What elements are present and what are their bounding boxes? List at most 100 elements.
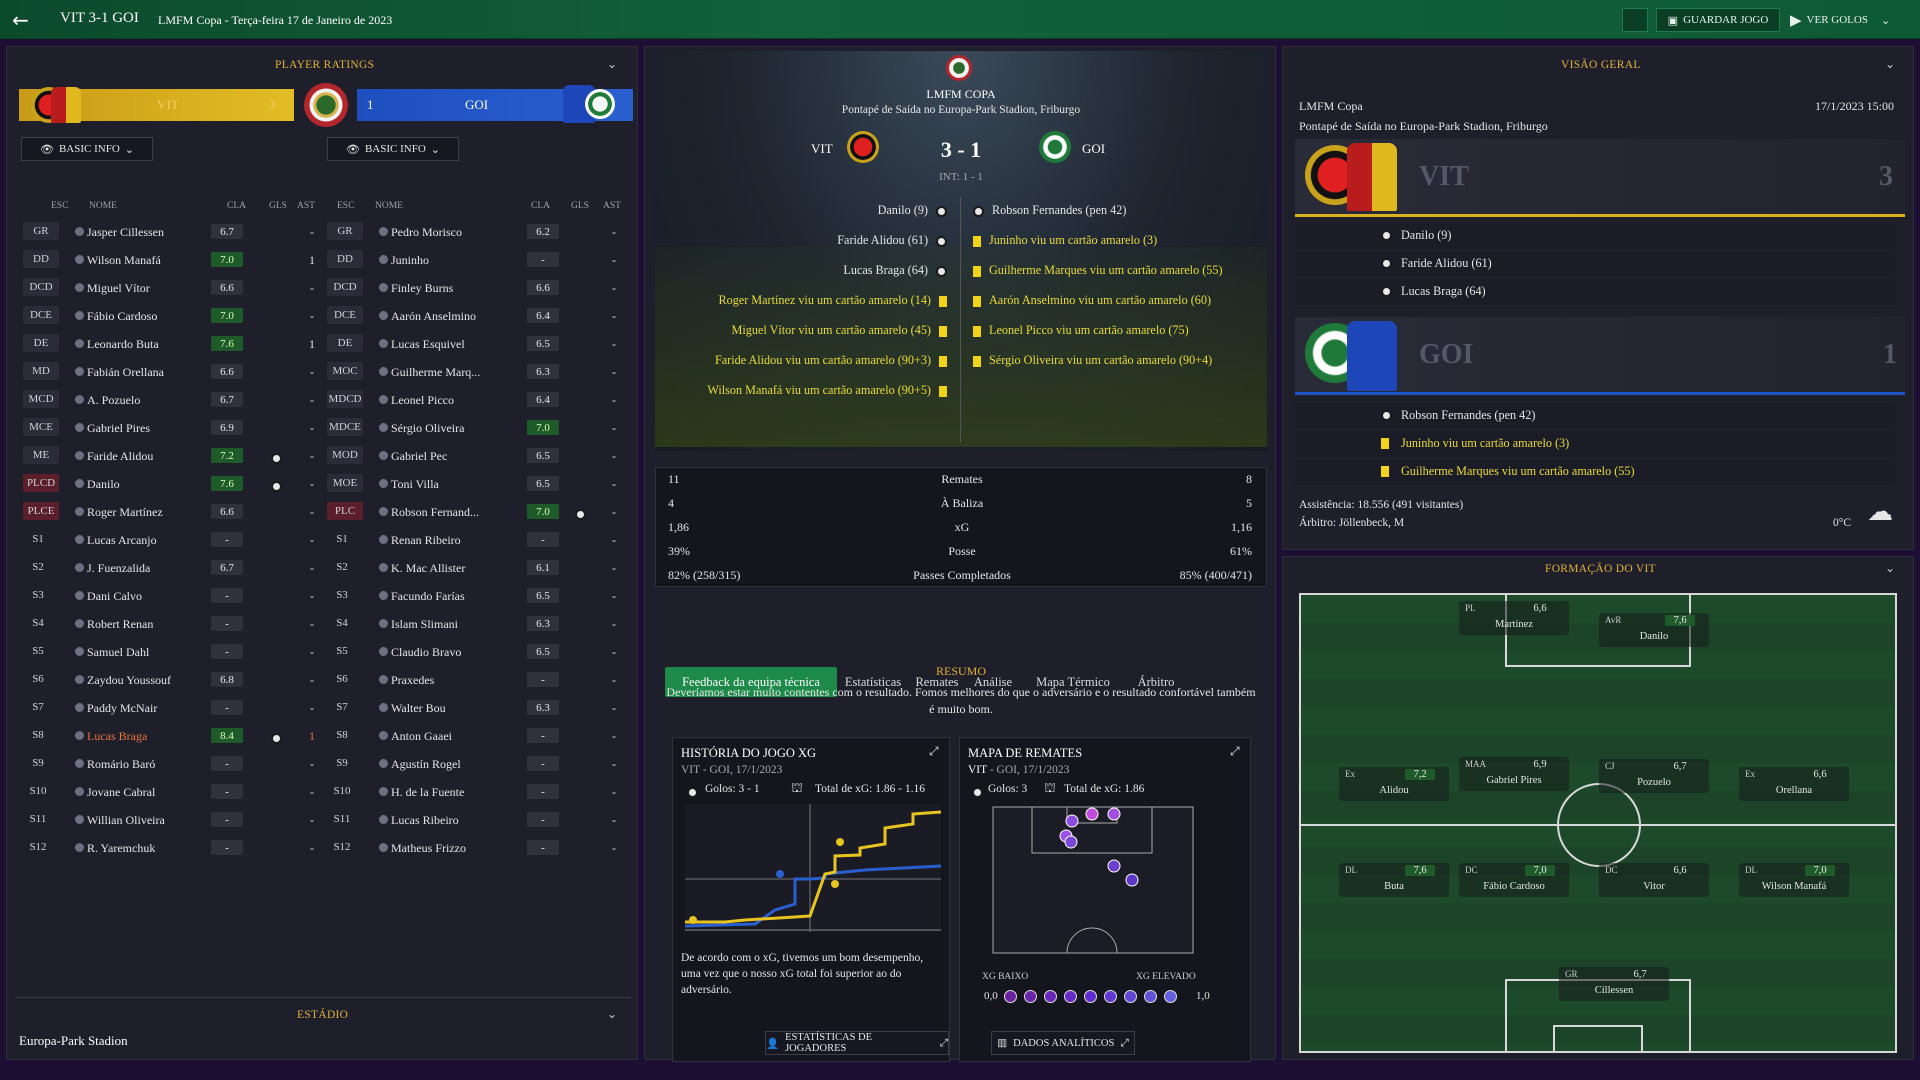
table-row[interactable]: DD Juninho - - (327, 250, 627, 272)
expand-icon[interactable]: ⤢ (1230, 744, 1240, 759)
player-name[interactable]: Leonel Picco (391, 393, 521, 408)
player-name[interactable]: R. Yaremchuk (87, 841, 207, 856)
formation-player[interactable]: GR 6,7 Cillessen (1559, 967, 1669, 1001)
table-row[interactable]: S7 Paddy McNair - - (23, 698, 323, 720)
player-name[interactable]: Walter Bou (391, 701, 521, 716)
table-row[interactable]: GR Jasper Cillessen 6.7 - (23, 222, 323, 244)
player-name[interactable]: Praxedes (391, 673, 521, 688)
player-name[interactable]: Romário Baró (87, 757, 207, 772)
table-row[interactable]: S7 Walter Bou 6.3 - (327, 698, 627, 720)
player-name[interactable]: Guilherme Marq... (391, 365, 521, 380)
table-row[interactable]: GR Pedro Morisco 6.2 - (327, 222, 627, 244)
table-row[interactable]: S12 Matheus Frizzo - - (327, 838, 627, 860)
player-name[interactable]: H. de la Fuente (391, 785, 521, 800)
table-row[interactable]: S11 Willian Oliveira - - (23, 810, 323, 832)
player-name[interactable]: Robson Fernand... (391, 505, 521, 520)
player-name[interactable]: Lucas Esquivel (391, 337, 521, 352)
table-row[interactable]: S11 Lucas Ribeiro - - (327, 810, 627, 832)
table-row[interactable]: DE Lucas Esquivel 6.5 - (327, 334, 627, 356)
table-row[interactable]: MDCD Leonel Picco 6.4 - (327, 390, 627, 412)
formation-player[interactable]: MAA 6,9 Gabriel Pires (1459, 757, 1569, 791)
player-name[interactable]: Paddy McNair (87, 701, 207, 716)
table-row[interactable]: S8 Anton Gaaei - - (327, 726, 627, 748)
table-row[interactable]: DCD Miguel Vítor 6.6 - (23, 278, 323, 300)
table-row[interactable]: PLCE Roger Martínez 6.6 - (23, 502, 323, 524)
player-name[interactable]: Gabriel Pec (391, 449, 521, 464)
player-name[interactable]: Zaydou Youssouf (87, 673, 207, 688)
formation-player[interactable]: DL 7,6 Buta (1339, 863, 1449, 897)
table-row[interactable]: S1 Lucas Arcanjo - - (23, 530, 323, 552)
table-row[interactable]: MD Fabián Orellana 6.6 - (23, 362, 323, 384)
player-name[interactable]: Lucas Arcanjo (87, 533, 207, 548)
table-row[interactable]: MDCE Sérgio Oliveira 7.0 - (327, 418, 627, 440)
table-row[interactable]: S1 Renan Ribeiro - - (327, 530, 627, 552)
formation-player[interactable]: Ex 6,6 Orellana (1739, 767, 1849, 801)
table-row[interactable]: MCE Gabriel Pires 6.9 - (23, 418, 323, 440)
player-name[interactable]: Lucas Ribeiro (391, 813, 521, 828)
player-name[interactable]: Jasper Cillessen (87, 225, 207, 240)
table-row[interactable]: MOC Guilherme Marq... 6.3 - (327, 362, 627, 384)
player-name[interactable]: J. Fuenzalida (87, 561, 207, 576)
table-row[interactable]: S3 Dani Calvo - - (23, 586, 323, 608)
player-name[interactable]: Toni Villa (391, 477, 521, 492)
player-name[interactable]: Lucas Braga (87, 729, 207, 744)
blank-toolbar-button[interactable] (1622, 8, 1648, 32)
table-row[interactable]: S2 K. Mac Allister 6.1 - (327, 558, 627, 580)
player-name[interactable]: A. Pozuelo (87, 393, 207, 408)
back-arrow-icon[interactable]: ← (12, 8, 29, 32)
table-row[interactable]: DCD Finley Burns 6.6 - (327, 278, 627, 300)
table-row[interactable]: S4 Islam Slimani 6.3 - (327, 614, 627, 636)
player-name[interactable]: Fabián Orellana (87, 365, 207, 380)
player-name[interactable]: Faride Alidou (87, 449, 207, 464)
player-name[interactable]: Aarón Anselmino (391, 309, 521, 324)
player-name[interactable]: Anton Gaaei (391, 729, 521, 744)
player-name[interactable]: Renan Ribeiro (391, 533, 521, 548)
formation-player[interactable]: DC 6,6 Vitor (1599, 863, 1709, 897)
player-name[interactable]: Pedro Morisco (391, 225, 521, 240)
player-name[interactable]: Islam Slimani (391, 617, 521, 632)
table-row[interactable]: S12 R. Yaremchuk - - (23, 838, 323, 860)
player-name[interactable]: Roger Martínez (87, 505, 207, 520)
table-row[interactable]: PLC Robson Fernand... 7.0 - (327, 502, 627, 524)
view-goals-button[interactable]: ▶ VER GOLOS ⌄ (1790, 8, 1906, 32)
table-row[interactable]: PLCD Danilo 7.6 - (23, 474, 323, 496)
table-row[interactable]: S4 Robert Renan - - (23, 614, 323, 636)
player-name[interactable]: Dani Calvo (87, 589, 207, 604)
player-name[interactable]: Facundo Farías (391, 589, 521, 604)
player-name[interactable]: Sérgio Oliveira (391, 421, 521, 436)
table-row[interactable]: DCE Aarón Anselmino 6.4 - (327, 306, 627, 328)
table-row[interactable]: S8 Lucas Braga 8.4 1 (23, 726, 323, 748)
player-name[interactable]: Gabriel Pires (87, 421, 207, 436)
table-row[interactable]: S6 Praxedes - - (327, 670, 627, 692)
formation-player[interactable]: DL 7,0 Wilson Manafá (1739, 863, 1849, 897)
table-row[interactable]: S10 H. de la Fuente - - (327, 782, 627, 804)
table-row[interactable]: MOD Gabriel Pec 6.5 - (327, 446, 627, 468)
chevron-down-icon[interactable]: ⌄ (607, 57, 617, 72)
table-row[interactable]: S10 Jovane Cabral - - (23, 782, 323, 804)
formation-player[interactable]: DC 7,0 Fábio Cardoso (1459, 863, 1569, 897)
chevron-down-icon[interactable]: ⌄ (607, 1007, 617, 1022)
player-name[interactable]: Jovane Cabral (87, 785, 207, 800)
formation-player[interactable]: CJ 6,7 Pozuelo (1599, 759, 1709, 793)
table-row[interactable]: DD Wilson Manafá 7.0 1 (23, 250, 323, 272)
player-name[interactable]: Juninho (391, 253, 521, 268)
player-name[interactable]: Miguel Vítor (87, 281, 207, 296)
player-name[interactable]: Leonardo Buta (87, 337, 207, 352)
table-row[interactable]: S9 Romário Baró - - (23, 754, 323, 776)
player-name[interactable]: Finley Burns (391, 281, 521, 296)
table-row[interactable]: S9 Agustín Rogel - - (327, 754, 627, 776)
table-row[interactable]: S3 Facundo Farías 6.5 - (327, 586, 627, 608)
player-name[interactable]: Willian Oliveira (87, 813, 207, 828)
table-row[interactable]: DCE Fábio Cardoso 7.0 - (23, 306, 323, 328)
table-row[interactable]: MOE Toni Villa 6.5 - (327, 474, 627, 496)
home-basic-info-dropdown[interactable]: 👁 BASIC INFO ⌄ (21, 137, 153, 161)
table-row[interactable]: S5 Claudio Bravo 6.5 - (327, 642, 627, 664)
player-name[interactable]: K. Mac Allister (391, 561, 521, 576)
table-row[interactable]: DE Leonardo Buta 7.6 1 (23, 334, 323, 356)
formation-player[interactable]: AvR 7,6 Danilo (1599, 613, 1709, 647)
player-name[interactable]: Samuel Dahl (87, 645, 207, 660)
chevron-down-icon[interactable]: ⌄ (1885, 57, 1895, 72)
player-stats-button[interactable]: 👤 ESTATÍSTICAS DE JOGADORES ⤢ (765, 1031, 949, 1055)
away-basic-info-dropdown[interactable]: 👁 BASIC INFO ⌄ (327, 137, 459, 161)
formation-player[interactable]: PL 6,6 Martínez (1459, 601, 1569, 635)
